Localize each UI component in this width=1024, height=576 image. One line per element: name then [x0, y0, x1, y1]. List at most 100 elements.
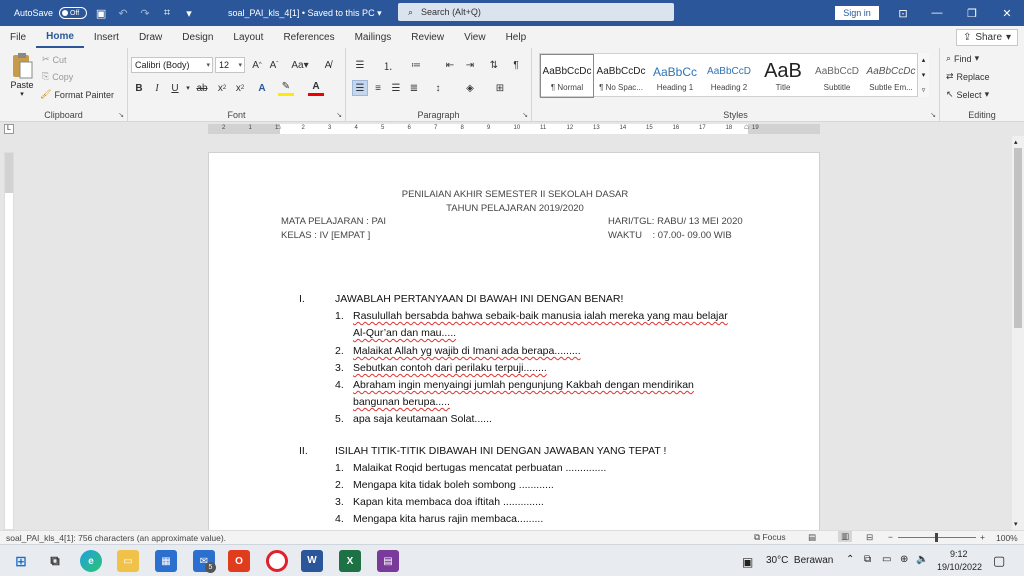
scroll-down-icon[interactable]: ▾ [1014, 520, 1018, 528]
qat-dropdown-icon[interactable]: ▾ [181, 5, 197, 21]
shrink-font-icon[interactable]: Aˇ [266, 57, 282, 73]
dialog-launcher-icon[interactable]: ↘ [930, 111, 936, 119]
save-icon[interactable]: ▣ [93, 5, 109, 21]
style-item[interactable]: AaBbCcDc ¶ Normal [540, 54, 594, 98]
find-button[interactable]: ⌕ Find ▾ [946, 53, 979, 64]
font-name-combo[interactable]: Calibri (Body) ▾ [131, 57, 213, 73]
format-painter-button[interactable]: 🖌 Format Painter [40, 89, 114, 100]
decrease-indent-icon[interactable]: ⇤ [442, 57, 458, 73]
text-effects-icon[interactable]: A [254, 80, 270, 96]
document-page[interactable]: PENILAIAN AKHIR SEMESTER II SEKOLAH DASA… [208, 152, 820, 530]
zoom-out-icon[interactable]: − [888, 532, 893, 542]
styles-scroll[interactable]: ▴ ▾ ▿ [917, 53, 929, 97]
speaker-icon[interactable]: 🔈 [916, 554, 928, 565]
zoom-slider-thumb[interactable] [935, 533, 938, 542]
task-view-icon[interactable]: ⧉ [44, 550, 66, 572]
autosave-toggle[interactable]: Off [59, 7, 88, 19]
ribbon-display-icon[interactable]: ⊡ [886, 0, 920, 26]
bullets-icon[interactable]: ☰ [352, 57, 368, 73]
style-item[interactable]: AaBbCcDc ¶ No Spac... [594, 54, 648, 98]
multilevel-list-icon[interactable]: ≔ [408, 57, 424, 73]
change-case-button[interactable]: Aa ▾ [288, 57, 312, 73]
clock-time[interactable]: 9:12 [950, 549, 968, 559]
store-icon[interactable]: ▦ [155, 550, 177, 572]
sign-in-button[interactable]: Sign in [835, 6, 879, 20]
align-center-icon[interactable]: ≡ [370, 80, 386, 96]
justify-icon[interactable]: ≣ [406, 80, 422, 96]
clear-formatting-icon[interactable]: A̸ [320, 57, 336, 73]
document-title[interactable]: soal_PAI_kls_4[1] • Saved to this PC ▾ [228, 0, 382, 26]
read-mode-icon[interactable]: ▤ [808, 532, 816, 543]
windows-start-icon[interactable]: ⊞ [10, 550, 32, 572]
strikethrough-icon[interactable]: ab [194, 80, 210, 96]
style-item[interactable]: AaBbCcDc Subtle Em... [864, 54, 918, 98]
replace-button[interactable]: ⇄ Replace [946, 71, 990, 82]
dialog-launcher-icon[interactable]: ↘ [522, 111, 528, 119]
undo-icon[interactable]: ↶ [115, 5, 131, 21]
align-right-icon[interactable]: ☰ [388, 80, 404, 96]
chevron-up-icon[interactable]: ▴ [922, 56, 926, 64]
globe-icon[interactable]: ⊕ [900, 554, 908, 565]
numbering-icon[interactable]: ⒈ [380, 57, 396, 73]
chevron-up-icon[interactable]: ⌃ [846, 554, 854, 565]
increase-indent-icon[interactable]: ⇥ [462, 57, 478, 73]
menu-item-home[interactable]: Home [36, 26, 84, 48]
scroll-up-icon[interactable]: ▴ [1014, 138, 1018, 146]
style-item[interactable]: AaBbCcD Heading 2 [702, 54, 756, 98]
style-item[interactable]: AaB Title [756, 54, 810, 98]
vertical-ruler[interactable] [4, 152, 14, 530]
redo-icon[interactable]: ↷ [137, 5, 153, 21]
grow-font-icon[interactable]: A ^ [249, 57, 265, 73]
battery-icon[interactable]: ▭ [882, 554, 891, 565]
zoom-in-icon[interactable]: + [980, 532, 985, 542]
menu-item-draw[interactable]: Draw [129, 26, 172, 48]
dialog-launcher-icon[interactable]: ↘ [118, 111, 124, 119]
menu-item-mailings[interactable]: Mailings [345, 26, 402, 48]
align-left-icon[interactable]: ☰ [352, 80, 368, 96]
right-indent-marker-icon[interactable]: ⌂ [744, 122, 749, 131]
paste-button[interactable]: Paste ▾ [8, 52, 36, 100]
superscript-icon[interactable]: x2 [232, 80, 248, 96]
vertical-scrollbar[interactable]: ▴ ▾ [1012, 136, 1024, 530]
font-size-combo[interactable]: 12 ▾ [215, 57, 245, 73]
cut-button[interactable]: ✂ Cut [42, 54, 67, 65]
excel-icon[interactable]: X [339, 550, 361, 572]
sort-icon[interactable]: ⇅ [486, 57, 502, 73]
office-icon[interactable]: O [228, 550, 250, 572]
bold-icon[interactable]: B [131, 80, 147, 96]
focus-button[interactable]: ⧉ Focus [754, 532, 786, 543]
borders-icon[interactable]: ⊞ [492, 80, 508, 96]
opera-icon[interactable] [266, 550, 288, 572]
menu-item-references[interactable]: References [273, 26, 344, 48]
chevron-down-icon[interactable]: ▾ [922, 71, 926, 79]
word-icon[interactable]: W [301, 550, 323, 572]
restore-icon[interactable]: ❐ [955, 0, 989, 26]
customize-icon[interactable]: ⌗ [159, 5, 175, 21]
select-button[interactable]: ↖ Select ▾ [946, 89, 989, 100]
copy-button[interactable]: ⎘ Copy [42, 71, 73, 82]
minimize-icon[interactable]: — [920, 0, 954, 26]
pilcrow-icon[interactable]: ¶ [508, 57, 524, 73]
edge-icon[interactable]: e [80, 550, 102, 572]
web-layout-icon[interactable]: ⊟ [866, 532, 873, 543]
zoom-level[interactable]: 100% [996, 533, 1018, 543]
menu-item-file[interactable]: File [0, 26, 36, 48]
share-button[interactable]: ⇪ Share ▾ [956, 29, 1018, 46]
clock-date[interactable]: 19/10/2022 [937, 562, 982, 572]
scroll-thumb[interactable] [1014, 148, 1022, 328]
menu-item-help[interactable]: Help [496, 26, 537, 48]
network-icon[interactable]: ⧉ [864, 554, 871, 565]
search-input[interactable]: ⌕ Search (Alt+Q) [398, 3, 674, 21]
horizontal-ruler[interactable]: ⌂ ⌂ 2 1 1 2 3 4 5 6 7 8 9 10 11 12 13 14 15 16 17 18 19 [208, 122, 820, 134]
close-icon[interactable]: ✕ [990, 0, 1024, 26]
menu-item-layout[interactable]: Layout [223, 26, 273, 48]
highlight-icon[interactable]: ✎ [278, 80, 294, 96]
style-item[interactable]: AaBbCc Heading 1 [648, 54, 702, 98]
italic-icon[interactable]: I [149, 80, 165, 96]
font-color-icon[interactable]: A [308, 80, 324, 96]
subscript-icon[interactable]: x2 [214, 80, 230, 96]
menu-item-design[interactable]: Design [172, 26, 223, 48]
weather-text[interactable]: 30°C Berawan [766, 555, 833, 566]
dialog-launcher-icon[interactable]: ↘ [336, 111, 342, 119]
line-spacing-icon[interactable]: ↕ [430, 80, 446, 96]
